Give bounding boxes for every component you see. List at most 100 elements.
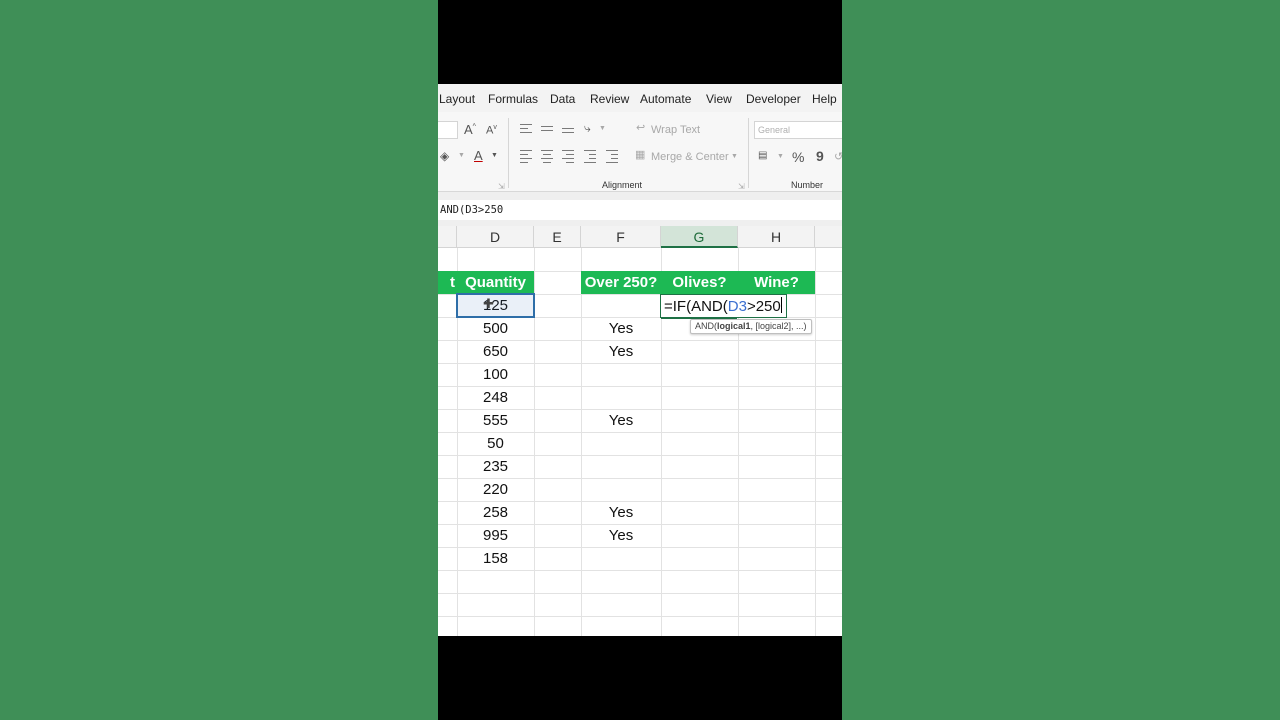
increase-font-icon[interactable]: A^	[464, 122, 476, 137]
ribbon-tabs: Layout Formulas Data Review Automate Vie…	[438, 84, 842, 112]
chevron-down-icon[interactable]: ▼	[777, 153, 784, 160]
header-cell-quantity[interactable]: Quantity	[457, 271, 534, 294]
over-250-cell[interactable]	[581, 386, 661, 409]
tab-developer[interactable]: Developer	[746, 92, 801, 106]
column-header-g[interactable]: G	[661, 226, 738, 248]
over-250-cell[interactable]	[581, 363, 661, 386]
over-250-cell[interactable]: Yes	[581, 317, 661, 340]
over-250-cell[interactable]	[581, 478, 661, 501]
chevron-down-icon[interactable]: ▼	[731, 153, 738, 160]
header-cell-wine[interactable]: Wine?	[738, 271, 815, 294]
top-align-icon[interactable]	[520, 124, 532, 136]
header-cell-over-250[interactable]: Over 250?	[581, 271, 661, 294]
column-header-i[interactable]	[815, 226, 842, 248]
background-left	[0, 0, 438, 720]
over-250-cell[interactable]: Yes	[581, 409, 661, 432]
quantity-cell[interactable]: 235	[457, 455, 534, 478]
wrap-text-icon[interactable]: ↩	[636, 121, 645, 134]
column-header-f[interactable]: F	[581, 226, 661, 248]
accounting-format-icon[interactable]: ▤	[758, 150, 767, 161]
increase-decimal-icon[interactable]: ↺	[834, 150, 842, 163]
quantity-cell[interactable]: 500	[457, 317, 534, 340]
divider	[748, 118, 749, 188]
column-headers: D E F G H	[438, 226, 842, 248]
font-size-dropdown[interactable]	[438, 121, 458, 139]
decrease-indent-icon[interactable]	[584, 150, 596, 166]
tooltip-args-rest: , [logical2], ...)	[750, 321, 807, 331]
number-format-dropdown[interactable]: General	[754, 121, 842, 139]
tab-formulas[interactable]: Formulas	[488, 92, 538, 106]
align-left-icon[interactable]	[520, 150, 532, 166]
divider	[508, 118, 509, 188]
orientation-icon[interactable]: ⤷	[584, 121, 591, 136]
over-250-cell[interactable]: Yes	[581, 501, 661, 524]
quantity-cell[interactable]: 650	[457, 340, 534, 363]
ribbon-gap	[438, 192, 842, 200]
dialog-launcher-icon[interactable]: ⇲	[498, 182, 505, 191]
wrap-text-button[interactable]: Wrap Text	[651, 124, 700, 136]
spreadsheet-grid[interactable]: t Quantity Over 250? Olives? Wine? 125 50…	[438, 248, 842, 636]
number-group-label: Number	[791, 180, 824, 190]
selected-cell-reference[interactable]	[456, 293, 535, 318]
tab-automate[interactable]: Automate	[640, 92, 691, 106]
align-right-icon[interactable]	[562, 150, 574, 166]
formula-bar[interactable]: AND(D3>250	[438, 200, 842, 220]
excel-window: Layout Formulas Data Review Automate Vie…	[438, 84, 842, 636]
merge-center-icon[interactable]: ▦	[635, 148, 645, 161]
tab-view[interactable]: View	[706, 92, 732, 106]
tab-data[interactable]: Data	[550, 92, 575, 106]
tab-page-layout[interactable]: Layout	[439, 92, 475, 106]
quantity-cell[interactable]: 158	[457, 547, 534, 570]
tab-review[interactable]: Review	[590, 92, 629, 106]
over-250-cell[interactable]: Yes	[581, 524, 661, 547]
align-center-icon[interactable]	[541, 150, 553, 166]
tab-help[interactable]: Help	[812, 92, 837, 106]
middle-align-icon[interactable]	[541, 126, 553, 134]
fill-color-icon[interactable]: ◈	[440, 149, 449, 163]
header-cell-partial[interactable]: t	[438, 271, 457, 294]
gridline	[438, 570, 842, 571]
tooltip-arg-current[interactable]: logical1	[717, 321, 751, 331]
merge-center-button[interactable]: Merge & Center	[651, 151, 729, 163]
percent-style-button[interactable]: %	[792, 149, 804, 165]
chevron-down-icon[interactable]: ▼	[458, 152, 465, 159]
bottom-align-icon[interactable]	[562, 128, 574, 136]
over-250-cell[interactable]	[581, 432, 661, 455]
quantity-cell[interactable]: 555	[457, 409, 534, 432]
header-cell-olives[interactable]: Olives?	[661, 271, 738, 294]
quantity-cell[interactable]: 995	[457, 524, 534, 547]
text-cursor	[780, 297, 782, 313]
quantity-cell[interactable]: 258	[457, 501, 534, 524]
column-header-c[interactable]	[438, 226, 457, 248]
formula-suffix: >250	[746, 298, 781, 315]
formula-prefix: =IF(AND(	[664, 298, 728, 315]
column-header-h[interactable]: H	[738, 226, 815, 248]
font-color-icon[interactable]: A	[474, 148, 483, 163]
tooltip-function: AND(	[695, 321, 717, 331]
chevron-down-icon[interactable]: ▼	[599, 125, 606, 132]
quantity-cell[interactable]: 50	[457, 432, 534, 455]
cross-cursor-icon: ✚	[483, 296, 494, 311]
video-frame: Layout Formulas Data Review Automate Vie…	[438, 0, 842, 720]
over-250-cell[interactable]	[581, 547, 661, 570]
gridline	[438, 593, 842, 594]
formula-bar-text[interactable]: AND(D3>250	[440, 204, 503, 216]
decrease-font-icon[interactable]: Av	[486, 124, 497, 137]
cell-editor[interactable]: =IF(AND(D3>250	[660, 294, 787, 318]
gridline	[815, 248, 816, 636]
quantity-cell[interactable]: 100	[457, 363, 534, 386]
chevron-down-icon[interactable]: ▼	[491, 152, 498, 159]
comma-style-button[interactable]: 9	[816, 148, 824, 164]
quantity-cell[interactable]: 248	[457, 386, 534, 409]
over-250-cell[interactable]	[581, 455, 661, 478]
over-250-cell[interactable]	[581, 294, 661, 317]
function-tooltip[interactable]: AND(logical1, [logical2], ...)	[690, 319, 812, 334]
quantity-cell[interactable]: 220	[457, 478, 534, 501]
dialog-launcher-icon[interactable]: ⇲	[738, 182, 745, 191]
column-header-d[interactable]: D	[457, 226, 534, 248]
alignment-group-label: Alignment	[602, 180, 643, 190]
column-header-e[interactable]: E	[534, 226, 581, 248]
increase-indent-icon[interactable]	[606, 150, 618, 166]
background-right	[842, 0, 1280, 720]
over-250-cell[interactable]: Yes	[581, 340, 661, 363]
